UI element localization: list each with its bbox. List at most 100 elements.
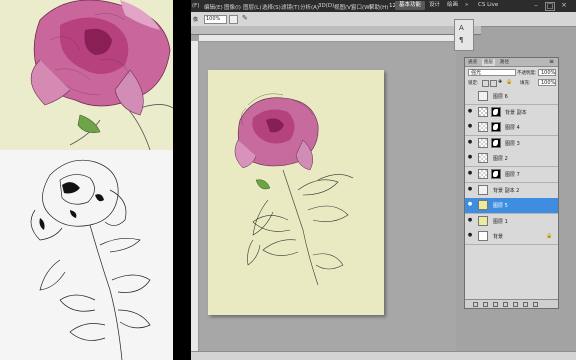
layer-thumbnail[interactable] <box>478 106 488 117</box>
menu-image[interactable]: 图像(I) <box>224 3 241 11</box>
navigator-panel-strip[interactable]: A ¶ <box>454 19 474 51</box>
layer-row[interactable]: ● 背景 🔒 <box>465 229 558 246</box>
maximize-icon[interactable]: □ <box>545 2 555 11</box>
layer-name: 图层 2 <box>493 156 508 163</box>
workspace-more-button[interactable]: » <box>461 1 472 10</box>
menu-3d[interactable]: 3D(D) <box>318 3 334 9</box>
opacity-label: 不透明度: <box>517 71 537 76</box>
delete-layer-icon[interactable] <box>533 302 538 307</box>
lock-transparent-icon[interactable] <box>482 80 489 87</box>
black-divider <box>173 0 191 360</box>
layer-mask-thumbnail[interactable] <box>491 169 501 179</box>
workspace-painting-button[interactable]: 绘画 <box>443 1 462 10</box>
panel-tab-bar: 通道 图层 路径 ≡ <box>465 58 558 67</box>
visibility-eye-icon[interactable]: ● <box>467 186 473 192</box>
layer-name: 背景 <box>493 234 504 241</box>
layer-name: 图层 5 <box>493 203 508 210</box>
zoom-input[interactable]: 100% <box>204 15 227 24</box>
lock-row: 锁定: ✚ 🔒 填充: 100% <box>465 78 558 88</box>
ruler-horizontal <box>199 35 456 42</box>
layer-mask-thumbnail[interactable] <box>491 106 501 117</box>
layer-thumbnail[interactable] <box>478 122 488 133</box>
status-bar <box>191 351 576 360</box>
layer-name: 图层 1 <box>493 218 508 225</box>
layer-thumbnail[interactable] <box>478 231 488 242</box>
menu-select[interactable]: 选择(S) <box>262 3 281 11</box>
layer-row[interactable]: ● 图层 3 <box>465 135 558 152</box>
lock-pixels-icon[interactable] <box>490 80 497 87</box>
layer-thumbnail[interactable] <box>478 91 488 101</box>
layer-name: 图层 6 <box>493 94 508 100</box>
layer-thumbnail[interactable] <box>478 169 488 179</box>
fill-input[interactable]: 100% <box>538 79 556 86</box>
cs-live-button[interactable]: CS Live <box>474 1 502 10</box>
checkbox-icon[interactable] <box>229 15 238 24</box>
new-group-icon[interactable] <box>513 302 518 307</box>
layer-row[interactable]: ● 图层 1 <box>465 213 558 230</box>
layer-thumbnail[interactable] <box>478 184 488 195</box>
brush-icon[interactable]: ✎ <box>242 14 248 22</box>
layer-mask-thumbnail[interactable] <box>491 122 501 133</box>
visibility-eye-icon[interactable] <box>467 93 473 98</box>
visibility-eye-icon[interactable]: ● <box>467 217 473 223</box>
layer-name: 背景 副本 2 <box>493 187 520 194</box>
character-icon[interactable]: ¶ <box>459 36 463 44</box>
lock-position-icon[interactable]: ✚ <box>498 79 502 85</box>
layer-thumbnail[interactable] <box>478 200 488 211</box>
layer-row[interactable]: ● 背景 副本 <box>465 104 558 121</box>
document-canvas[interactable] <box>208 70 384 315</box>
menu-filter[interactable]: 滤镜(T) <box>281 3 300 11</box>
color-rose-illustration <box>0 0 173 150</box>
tab-layers[interactable]: 图层 <box>482 59 495 66</box>
layer-thumbnail[interactable] <box>478 137 488 148</box>
layer-row[interactable]: ● 图层 5 <box>465 198 558 215</box>
opacity-input[interactable]: 100% <box>538 69 556 76</box>
minimize-icon[interactable]: – <box>531 1 541 10</box>
visibility-eye-icon[interactable]: ● <box>467 233 473 238</box>
close-icon[interactable]: × <box>559 1 569 10</box>
add-mask-icon[interactable] <box>493 302 498 307</box>
menu-edit[interactable]: 编辑(E) <box>204 3 223 11</box>
menu-layer[interactable]: 图层(L) <box>243 3 261 11</box>
menu-help[interactable]: 帮助(H) <box>369 3 388 11</box>
navigator-icon[interactable]: A <box>459 24 464 32</box>
tab-paths[interactable]: 路径 <box>498 59 511 66</box>
layer-mask-thumbnail[interactable] <box>491 137 501 148</box>
ruler-vertical <box>191 41 199 351</box>
visibility-eye-icon[interactable]: ● <box>467 124 473 129</box>
fill-label: 填充: <box>520 81 531 86</box>
layer-row[interactable]: ● 图层 7 <box>465 167 558 183</box>
visibility-eye-icon[interactable]: ● <box>467 155 473 160</box>
visibility-eye-icon[interactable]: ● <box>467 171 473 176</box>
layer-name: 图层 3 <box>505 140 520 147</box>
new-layer-icon[interactable] <box>523 302 528 307</box>
workspace-essentials-button[interactable]: 基本功能 <box>395 1 426 10</box>
visibility-eye-icon[interactable]: ● <box>467 202 473 207</box>
panel-menu-icon[interactable]: ≡ <box>549 58 554 65</box>
menu-file[interactable]: (F) <box>192 3 199 9</box>
link-layers-icon[interactable] <box>473 302 478 307</box>
visibility-eye-icon[interactable]: ● <box>467 108 473 114</box>
layer-thumbnail[interactable] <box>478 215 488 226</box>
tab-channels[interactable]: 通道 <box>466 59 479 66</box>
menu-bar: (F) 编辑(E) 图像(I) 图层(L) 选择(S) 滤镜(T) 分析(A) … <box>191 0 576 12</box>
layer-style-icon[interactable] <box>483 302 488 307</box>
layer-row[interactable]: ● 图层 4 <box>465 120 558 137</box>
lock-all-icon[interactable]: 🔒 <box>506 79 512 85</box>
document-tab-bar[interactable] <box>191 26 481 35</box>
layer-thumbnail[interactable] <box>478 153 488 164</box>
adjustment-layer-icon[interactable] <box>503 302 508 307</box>
layer-row[interactable]: ● 图层 2 <box>465 151 558 168</box>
menu-analysis[interactable]: 分析(A) <box>300 3 319 11</box>
layer-row[interactable]: ● 背景 副本 2 <box>465 182 558 199</box>
layer-row[interactable]: 图层 6 <box>465 89 558 105</box>
blend-mode-select[interactable]: 强光 <box>468 69 516 76</box>
zoom-label: 像 <box>193 17 199 23</box>
workspace-design-button[interactable]: 设计 <box>425 1 444 10</box>
layer-list: 图层 6 ● 背景 副本 ● 图层 4 ● 图层 3 ● 图层 2 ● 图层 7 ● 背景 副本 2 ● 图… <box>465 89 558 299</box>
layer-lock-icon: 🔒 <box>546 233 553 240</box>
blend-row: 强光 不透明度: 100% <box>465 68 558 78</box>
reference-color-rose <box>0 0 173 150</box>
layer-name: 图层 7 <box>505 172 520 178</box>
visibility-eye-icon[interactable]: ● <box>467 139 473 145</box>
